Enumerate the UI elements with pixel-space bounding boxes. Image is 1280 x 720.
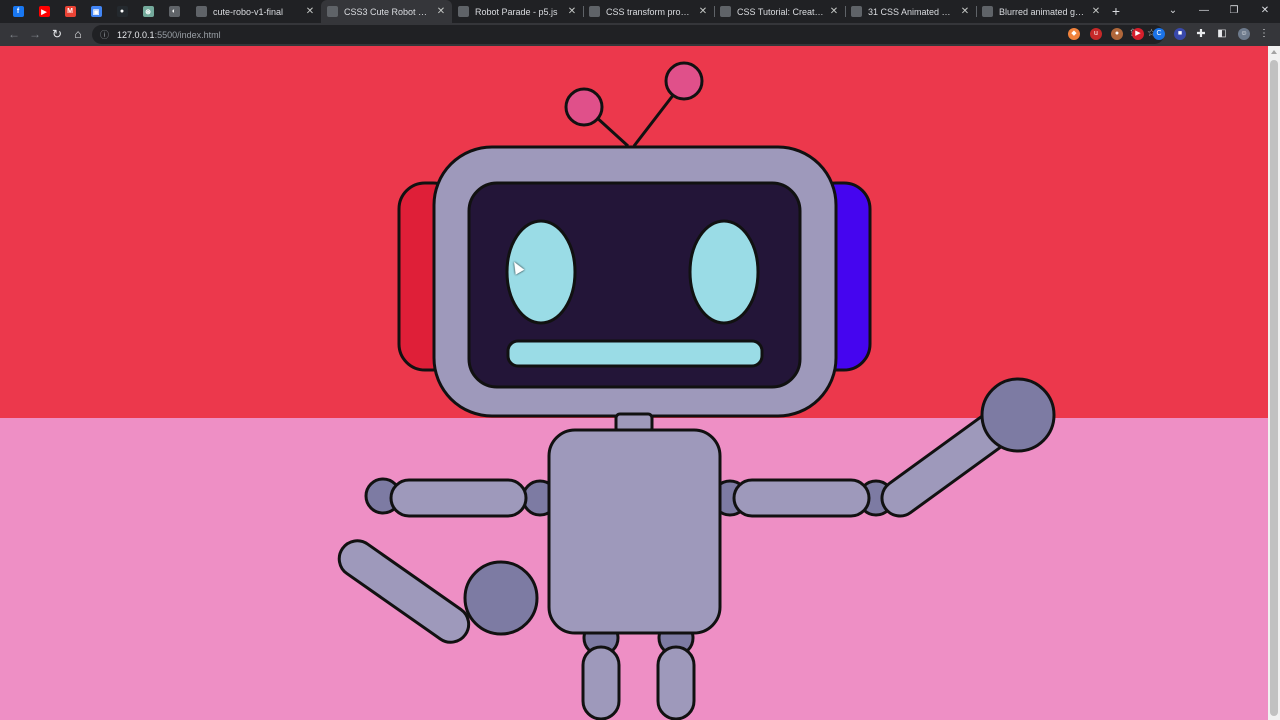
address-path: :5500/index.html xyxy=(154,29,221,40)
page-viewport xyxy=(0,46,1268,720)
pinned-tab-github[interactable]: ● xyxy=(109,0,135,23)
youtube-icon: ▶ xyxy=(38,6,50,17)
css-tricks-icon xyxy=(720,6,731,17)
address-bar[interactable]: ⓘ 127.0.0.1:5500/index.html ⇪ ☆ xyxy=(92,25,1164,44)
globe-icon: ◐ xyxy=(168,6,180,17)
scrollbar-thumb[interactable] xyxy=(1270,60,1278,716)
back-button[interactable]: ← xyxy=(6,26,22,42)
freefrontend-icon xyxy=(851,6,862,17)
extension-cookie-icon[interactable]: ● xyxy=(1111,28,1123,40)
robot-body xyxy=(547,428,722,635)
browser-tab[interactable]: CSS3 Cute Robot Web Ani ✕ xyxy=(321,0,452,23)
close-tab-icon[interactable]: ✕ xyxy=(567,6,577,17)
browser-tab[interactable]: Blurred animated gradien ✕ xyxy=(976,0,1107,23)
right-eye xyxy=(688,219,760,325)
pinned-tab-gmail[interactable]: M xyxy=(57,0,83,23)
close-tab-icon[interactable]: ✕ xyxy=(436,6,446,17)
antenna-right-ball xyxy=(664,61,704,101)
side-panel-icon[interactable]: ◧ xyxy=(1216,28,1228,40)
dev-icon xyxy=(982,6,993,17)
p5js-icon xyxy=(458,6,469,17)
home-button[interactable]: ⌂ xyxy=(70,26,86,42)
extensions-puzzle-icon[interactable]: ✚ xyxy=(1195,28,1207,40)
browser-toolbar: ← → ↻ ⌂ ⓘ 127.0.0.1:5500/index.html ⇪ ☆ … xyxy=(0,23,1280,46)
browser-tab[interactable]: CSS Tutorial: Create Diag ✕ xyxy=(714,0,845,23)
tab-separator xyxy=(976,6,977,17)
extension-play-icon[interactable]: ▶ xyxy=(1132,28,1144,40)
reload-button[interactable]: ↻ xyxy=(49,26,65,42)
w3schools-icon xyxy=(589,6,600,17)
site-info-icon[interactable]: ⓘ xyxy=(100,28,109,41)
extension-ublock-icon[interactable]: u xyxy=(1090,28,1102,40)
right-hand xyxy=(980,377,1056,453)
tab-search-chevron-icon[interactable]: ⌄ xyxy=(1158,0,1188,23)
right-upper-arm xyxy=(732,478,871,518)
close-tab-icon[interactable]: ✕ xyxy=(829,6,839,17)
pinned-tab-photos[interactable]: ▣ xyxy=(83,0,109,23)
github-icon: ● xyxy=(116,6,128,17)
tab-separator xyxy=(845,6,846,17)
restore-button[interactable]: ❐ xyxy=(1219,0,1249,23)
left-upper-arm xyxy=(389,478,528,518)
browser-tab[interactable]: cute-robo-v1-final ✕ xyxy=(190,0,321,23)
profile-avatar[interactable]: ☺ xyxy=(1238,28,1250,40)
page-scrollbar[interactable] xyxy=(1268,46,1280,720)
tab-title: cute-robo-v1-final xyxy=(213,6,284,17)
extension-c-icon[interactable]: C xyxy=(1153,28,1165,40)
pinned-tab-chatgpt[interactable]: ⊛ xyxy=(135,0,161,23)
browser-tab[interactable]: Robot Parade - p5.js ✕ xyxy=(452,0,583,23)
minimize-button[interactable]: — xyxy=(1189,0,1219,23)
pinned-tab-globe[interactable]: ◐ xyxy=(161,0,187,23)
close-window-button[interactable]: ✕ xyxy=(1250,0,1280,23)
browser-tab[interactable]: 31 CSS Animated Backgro ✕ xyxy=(845,0,976,23)
browser-tab[interactable]: CSS transform property ✕ xyxy=(583,0,714,23)
new-tab-button[interactable]: + xyxy=(1108,2,1124,20)
left-leg xyxy=(581,645,621,720)
gmail-icon: M xyxy=(64,6,76,17)
close-tab-icon[interactable]: ✕ xyxy=(305,6,315,17)
tab-strip: f ▶ M ▣ ● ⊛ ◐ cute-robo-v1-final ✕ CSS3 Cute Rob… xyxy=(0,0,1280,23)
pinned-tab-facebook[interactable]: f xyxy=(5,0,31,23)
robot-illustration xyxy=(337,61,1056,720)
left-hand xyxy=(463,560,539,636)
pinned-tab-youtube[interactable]: ▶ xyxy=(31,0,57,23)
forward-button[interactable]: → xyxy=(27,26,43,42)
tab-title: Blurred animated gradien xyxy=(999,6,1087,17)
tab-title: 31 CSS Animated Backgro xyxy=(868,6,956,17)
tab-separator xyxy=(583,6,584,17)
menu-kebab-icon[interactable]: ⋮ xyxy=(1258,28,1270,40)
chatgpt-icon: ⊛ xyxy=(142,6,154,17)
robot-mouth xyxy=(506,339,764,368)
antenna-left-ball xyxy=(564,87,604,127)
address-host: 127.0.0.1 xyxy=(117,29,155,40)
left-forearm xyxy=(337,539,471,644)
tab-separator xyxy=(714,6,715,17)
scroll-up-arrow-icon[interactable] xyxy=(1271,50,1277,54)
close-tab-icon[interactable]: ✕ xyxy=(960,6,970,17)
antenna xyxy=(564,61,704,148)
close-tab-icon[interactable]: ✕ xyxy=(1091,6,1101,17)
facebook-icon: f xyxy=(12,6,24,17)
extension-square-icon[interactable]: ■ xyxy=(1174,28,1186,40)
tab-title: CSS Tutorial: Create Diag xyxy=(737,6,825,17)
extension-fox-icon[interactable]: ◆ xyxy=(1068,28,1080,40)
photos-icon: ▣ xyxy=(90,6,102,17)
tab-title: CSS3 Cute Robot Web Ani xyxy=(344,6,432,17)
globe-icon xyxy=(327,6,338,17)
tab-title: CSS transform property xyxy=(606,6,694,17)
close-tab-icon[interactable]: ✕ xyxy=(698,6,708,17)
codepen-icon xyxy=(196,6,207,17)
right-leg xyxy=(656,645,696,720)
tab-title: Robot Parade - p5.js xyxy=(475,6,558,17)
